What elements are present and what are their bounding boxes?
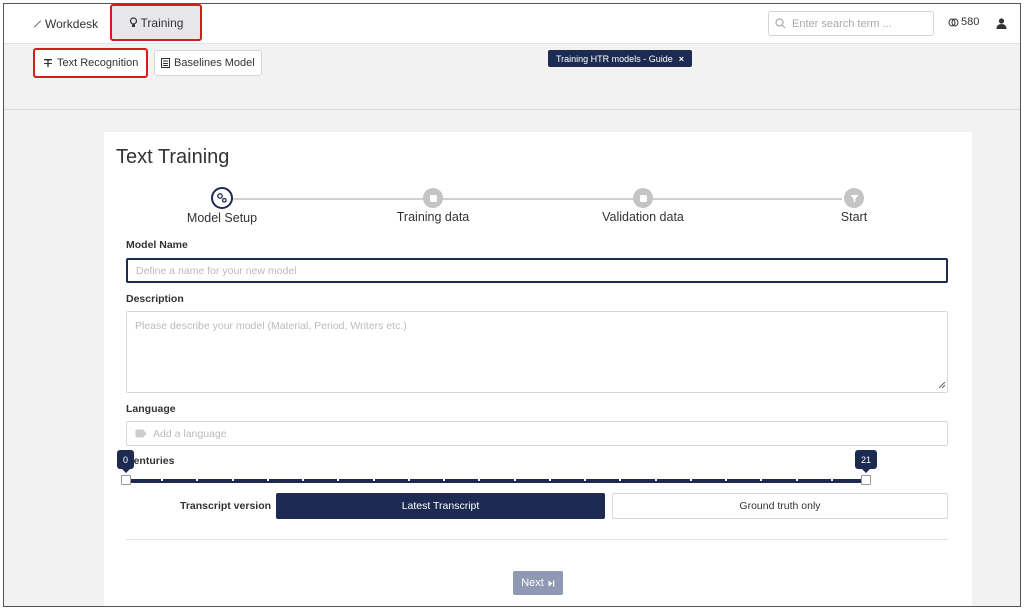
nav-workdesk-label: Workdesk: [45, 17, 99, 31]
slider-tick: [795, 479, 798, 481]
text-recognition-icon: [44, 59, 52, 67]
slider-tick: [725, 479, 728, 481]
transcript-version-label: Transcript version: [180, 500, 272, 512]
model-name-input[interactable]: [126, 258, 948, 283]
centuries-slider-min-handle[interactable]: [121, 475, 131, 485]
slider-tick: [443, 479, 446, 481]
centuries-max-tooltip: 21: [855, 450, 878, 473]
skip-forward-icon: [548, 580, 555, 586]
top-navigation: Workdesk Training 580: [4, 4, 1020, 44]
lightbulb-icon: [129, 17, 137, 27]
next-button[interactable]: Next: [513, 571, 563, 595]
slider-tick: [689, 479, 692, 481]
slider-tick: [830, 479, 833, 481]
slider-tick: [337, 479, 340, 481]
wizard-stepper: Model Setup Training data Validation dat…: [104, 187, 972, 228]
nav-workdesk[interactable]: Workdesk: [32, 4, 98, 44]
slider-tick: [196, 479, 199, 481]
text-recognition-label: Text Recognition: [57, 57, 139, 69]
nav-training[interactable]: Training: [110, 4, 202, 41]
slider-tick: [654, 479, 657, 481]
step-training-data[interactable]: Training data: [363, 188, 503, 224]
slider-tick: [231, 479, 234, 481]
database-icon: [429, 194, 437, 202]
feather-icon: [33, 20, 41, 28]
step-label: Validation data: [602, 210, 684, 224]
credits-value: 580: [961, 16, 980, 28]
sub-toolbar: Text Recognition Baselines Model Trainin…: [4, 44, 1020, 110]
baselines-model-button[interactable]: Baselines Model: [154, 50, 262, 76]
baselines-icon: [161, 58, 170, 68]
slider-tick: [513, 479, 516, 481]
search-input[interactable]: [792, 17, 922, 30]
model-name-label: Model Name: [126, 239, 188, 251]
slider-tick: [548, 479, 551, 481]
language-input[interactable]: [153, 427, 553, 440]
step-model-setup-circle: [211, 187, 233, 209]
step-label: Training data: [396, 210, 470, 224]
guide-tag-label: Training HTR models - Guide: [556, 53, 673, 64]
slider-tick: [478, 479, 481, 481]
centuries-min-tooltip: 0: [117, 450, 135, 473]
step-label: Start: [840, 210, 868, 224]
guide-close-icon[interactable]: ×: [679, 54, 684, 64]
slider-tick: [407, 479, 410, 481]
step-model-setup[interactable]: Model Setup: [152, 187, 292, 225]
slider-tick: [266, 479, 269, 481]
database-icon: [639, 194, 647, 202]
step-validation-data[interactable]: Validation data: [573, 188, 713, 224]
resize-handle-icon[interactable]: [938, 381, 946, 389]
slider-tick: [760, 479, 763, 481]
step-validation-data-circle: [633, 188, 653, 208]
user-menu[interactable]: [996, 16, 1007, 34]
text-recognition-button[interactable]: Text Recognition: [33, 48, 149, 78]
app-window: Workdesk Training 580 Text Recognition B…: [3, 3, 1021, 607]
description-label: Description: [126, 293, 184, 305]
centuries-slider-track[interactable]: [126, 479, 864, 483]
stepper-line: [232, 198, 842, 200]
gears-icon: [217, 193, 227, 203]
language-label: Language: [126, 403, 176, 415]
baselines-model-label: Baselines Model: [174, 57, 255, 69]
filter-icon: [850, 194, 858, 202]
centuries-slider-max-handle[interactable]: [861, 475, 871, 485]
description-textarea[interactable]: [126, 311, 948, 393]
ground-truth-only-button[interactable]: Ground truth only: [612, 493, 948, 519]
guide-tag[interactable]: Training HTR models - Guide ×: [548, 50, 692, 67]
slider-tick: [372, 479, 375, 481]
divider: [126, 539, 948, 540]
tag-icon: [135, 429, 147, 438]
search-box[interactable]: [768, 11, 934, 36]
credits-icon: [948, 18, 959, 26]
step-start-circle: [844, 188, 864, 208]
slider-tick: [302, 479, 305, 481]
training-card: Text Training Model Setup Training data: [104, 132, 972, 606]
slider-tick: [161, 479, 164, 481]
step-training-data-circle: [423, 188, 443, 208]
credits-counter: 580: [948, 16, 979, 28]
page-title: Text Training: [116, 146, 230, 168]
search-icon: [775, 18, 786, 29]
slider-tick: [584, 479, 587, 481]
slider-tick: [619, 479, 622, 481]
language-field[interactable]: [126, 421, 948, 446]
nav-training-label: Training: [140, 15, 184, 30]
user-icon: [996, 18, 1007, 29]
next-label: Next: [521, 577, 544, 589]
latest-transcript-button[interactable]: Latest Transcript: [276, 493, 605, 519]
step-label: Model Setup: [186, 211, 258, 225]
step-start[interactable]: Start: [784, 188, 924, 224]
